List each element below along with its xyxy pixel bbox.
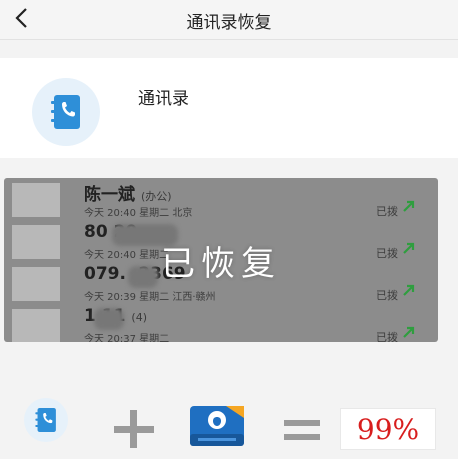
recovery-rate-box: 99%	[340, 408, 436, 450]
recovered-label: 已恢复	[161, 243, 281, 284]
recovered-preview: 陈一斌 (办公) 今天 20:40 星期二 北京 已拨 80 20 今天 20:4…	[4, 178, 438, 342]
equals-icon	[284, 420, 320, 442]
plus-icon	[114, 410, 154, 450]
contacts-book-icon	[32, 78, 100, 146]
page-title: 通讯录恢复	[186, 13, 272, 33]
recovered-overlay: 已恢复	[4, 178, 438, 342]
recovery-equation: 99%	[0, 380, 458, 459]
backup-drive-icon	[190, 406, 244, 446]
contacts-book-icon	[24, 398, 68, 442]
contacts-label: 通讯录	[138, 89, 189, 109]
recovery-rate: 99%	[356, 412, 420, 446]
contacts-item[interactable]: 通讯录	[0, 58, 458, 158]
header-bar: 通讯录恢复	[0, 0, 458, 40]
